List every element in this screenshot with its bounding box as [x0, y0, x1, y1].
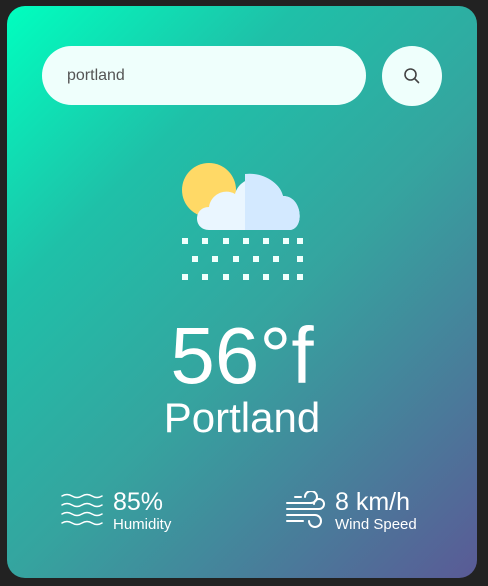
weather-card: 56°f Portland 85% Humidity — [7, 6, 477, 578]
cloud-snow-icon — [182, 163, 303, 280]
humidity-waves-icon — [61, 491, 103, 531]
search-button[interactable] — [382, 46, 442, 106]
wind-value: 8 km/h — [335, 488, 411, 516]
search-input[interactable] — [42, 46, 366, 105]
humidity-value: 85% — [113, 488, 164, 516]
temperature: 56°f — [170, 311, 314, 400]
humidity-label: Humidity — [113, 516, 172, 533]
search-icon — [404, 68, 420, 84]
humidity-stat: 85% Humidity — [61, 488, 171, 534]
wind-stat: 8 km/h Wind Speed — [285, 488, 417, 534]
city-name: Portland — [163, 394, 321, 441]
wind-label: Wind Speed — [335, 516, 417, 533]
wind-icon — [285, 491, 325, 531]
